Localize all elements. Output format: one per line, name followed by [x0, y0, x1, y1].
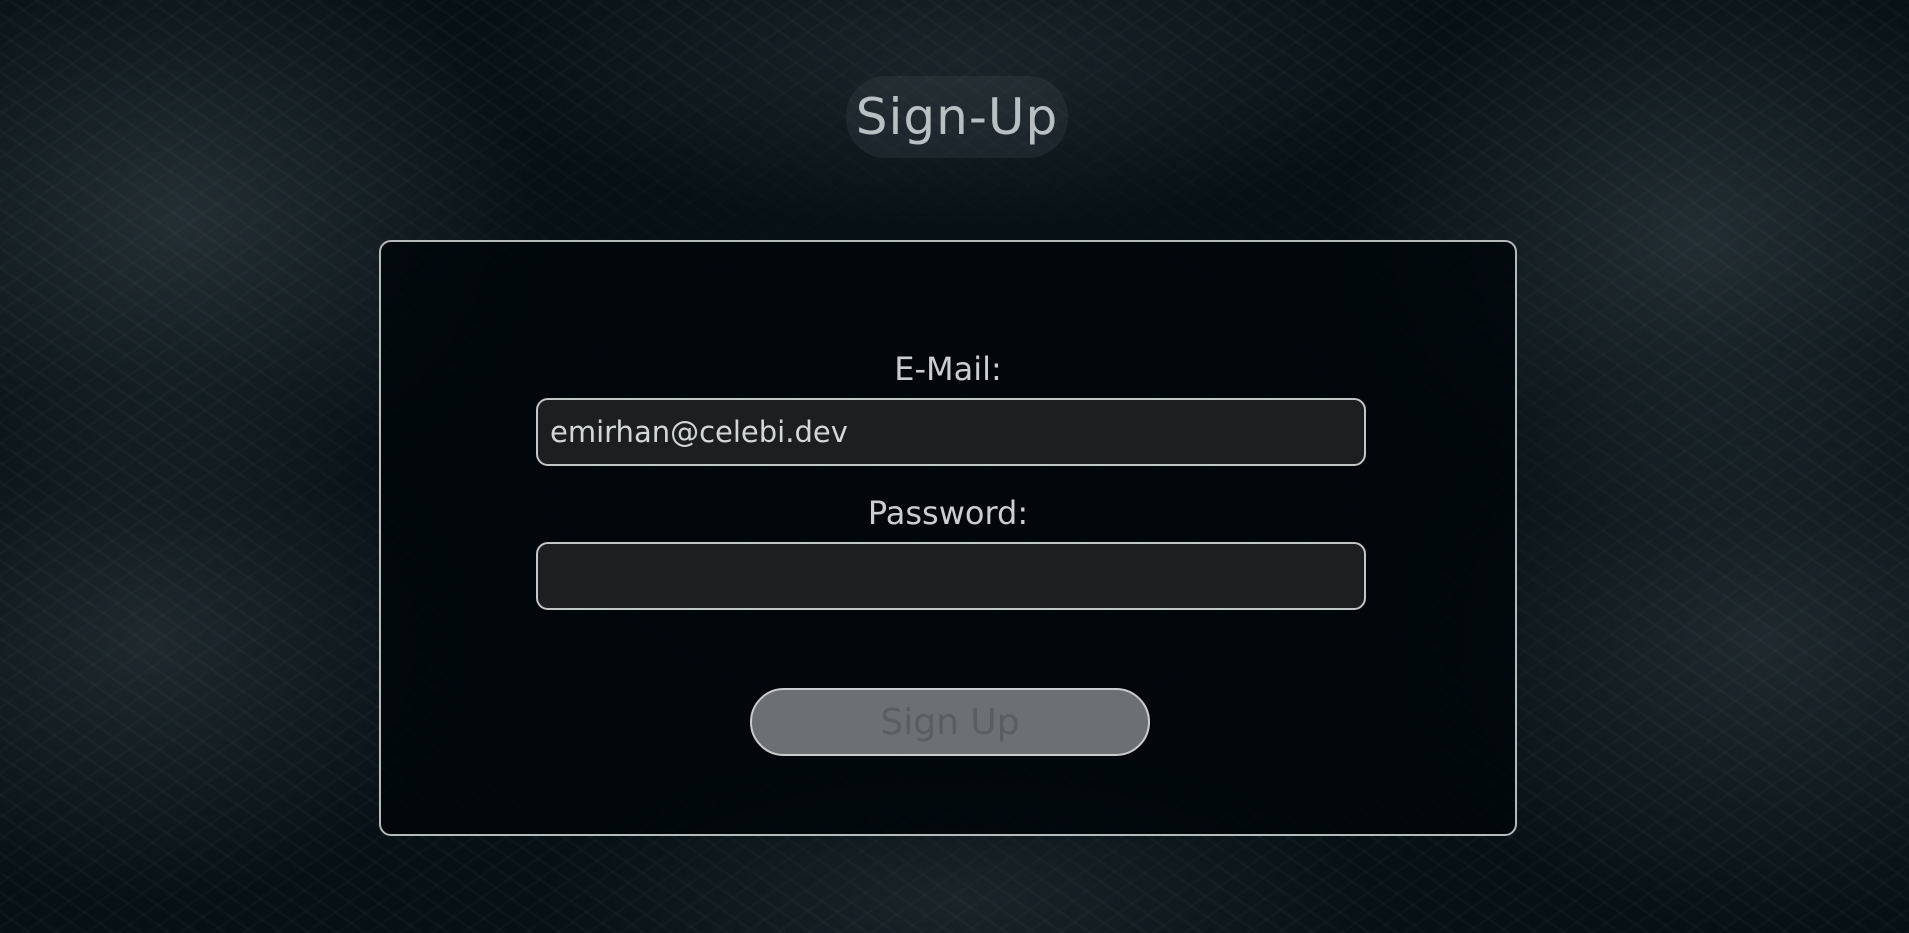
email-label: E-Mail: — [894, 350, 1002, 388]
password-input[interactable] — [536, 542, 1366, 610]
email-input[interactable] — [536, 398, 1366, 466]
sign-up-button[interactable]: Sign Up — [750, 688, 1150, 756]
password-label: Password: — [867, 494, 1029, 532]
page-title: Sign-Up — [846, 76, 1068, 158]
signup-form-card: E-Mail: Password: Sign Up — [379, 240, 1517, 836]
